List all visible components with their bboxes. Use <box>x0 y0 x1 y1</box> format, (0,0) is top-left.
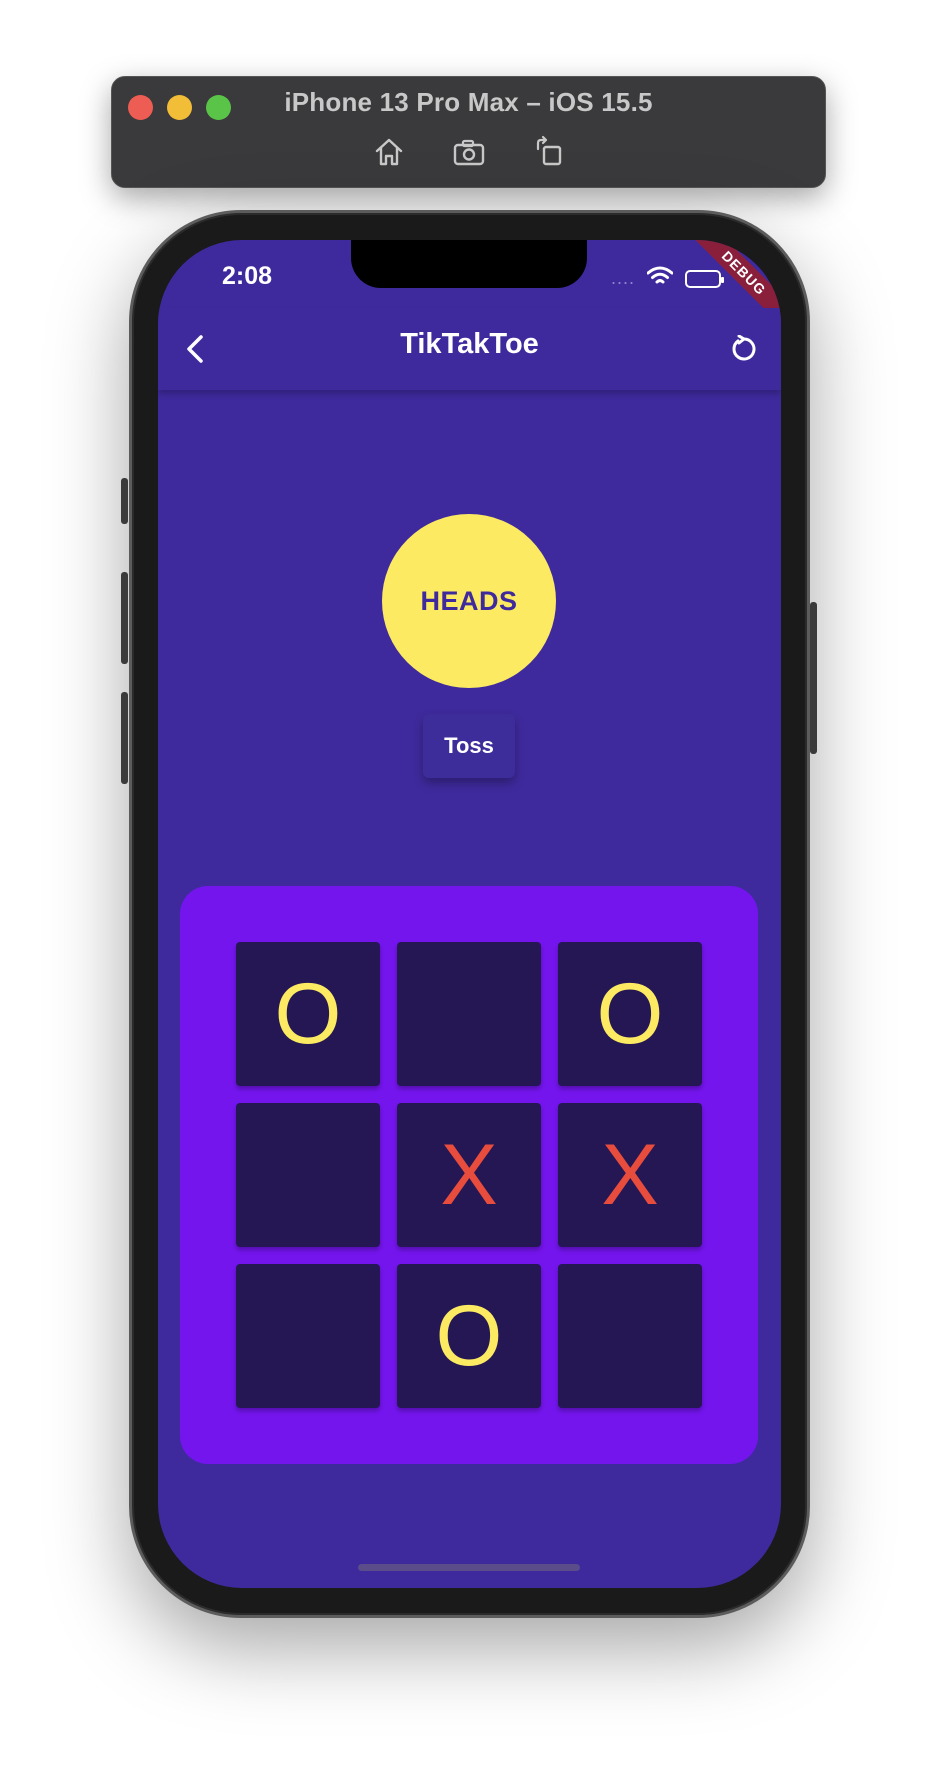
volume-up-button <box>121 572 128 664</box>
cellular-signal-icon: .... <box>610 268 635 288</box>
home-indicator[interactable] <box>358 1564 580 1571</box>
notch <box>351 240 587 288</box>
board-cell[interactable]: X <box>397 1103 541 1247</box>
board-cell[interactable]: O <box>558 942 702 1086</box>
toss-button[interactable]: Toss <box>423 714 515 778</box>
coin-label: HEADS <box>420 585 518 616</box>
wifi-icon <box>646 266 674 291</box>
board-cell[interactable]: O <box>397 1264 541 1408</box>
screenshot-icon[interactable] <box>452 135 486 169</box>
board-cell[interactable]: O <box>236 942 380 1086</box>
refresh-icon <box>732 335 756 361</box>
simulator-title: iPhone 13 Pro Max – iOS 15.5 <box>284 87 653 117</box>
home-icon[interactable] <box>372 135 406 169</box>
battery-icon <box>685 269 724 288</box>
simulator-tools <box>112 135 825 169</box>
page-title: TikTakToe <box>400 328 539 360</box>
board-cell[interactable] <box>397 942 541 1086</box>
power-button <box>810 602 817 754</box>
board-cell[interactable]: X <box>558 1103 702 1247</box>
board-cell[interactable] <box>236 1264 380 1408</box>
game-board: O O X X O <box>180 886 758 1464</box>
mute-switch <box>121 478 128 524</box>
board-cell[interactable] <box>558 1264 702 1408</box>
phone-screen: 2:08 .... DEBUG TikTakToe HEADS Toss O O… <box>158 240 781 1588</box>
simulator-toolbar: iPhone 13 Pro Max – iOS 15.5 <box>111 76 826 188</box>
refresh-button[interactable] <box>721 326 767 372</box>
status-time: 2:08 <box>222 262 273 290</box>
coin: HEADS <box>382 514 556 688</box>
board-cell[interactable] <box>236 1103 380 1247</box>
status-indicators: .... <box>610 266 724 291</box>
volume-down-button <box>121 692 128 784</box>
rotate-icon[interactable] <box>532 135 566 169</box>
app-bar: TikTakToe <box>158 308 781 390</box>
